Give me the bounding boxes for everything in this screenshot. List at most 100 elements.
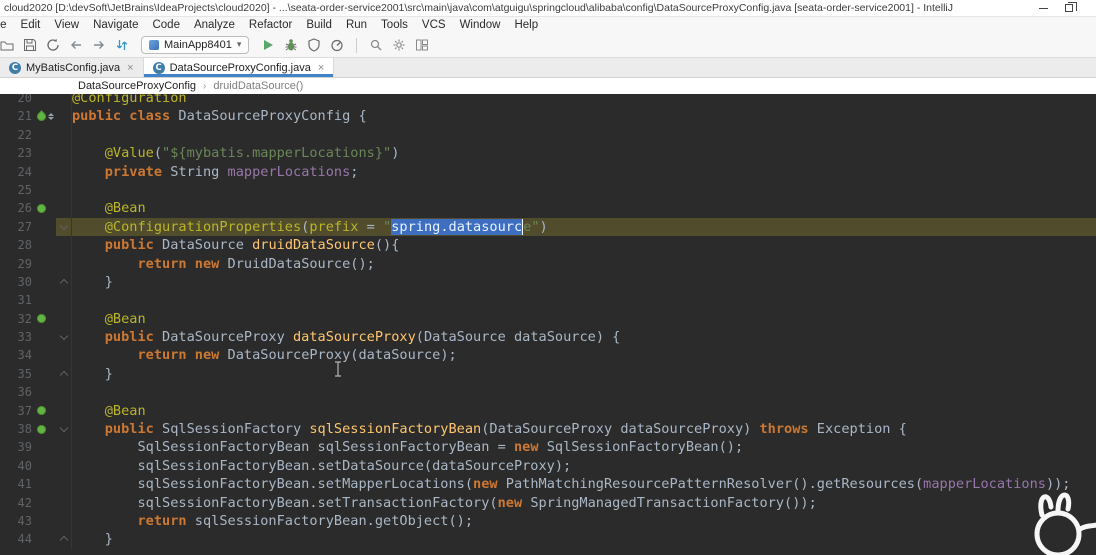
code-line[interactable]: 43 return sqlSessionFactoryBean.getObjec… bbox=[0, 511, 1096, 531]
settings-icon[interactable] bbox=[389, 35, 409, 55]
breadcrumb-class[interactable]: DataSourceProxyConfig bbox=[78, 80, 196, 92]
fold-marker-icon[interactable] bbox=[59, 370, 69, 380]
tab-datasourceproxyconfig[interactable]: C DataSourceProxyConfig.java × bbox=[143, 58, 335, 77]
update-project-icon[interactable] bbox=[112, 35, 132, 55]
run-icon[interactable] bbox=[258, 35, 278, 55]
restore-button[interactable] bbox=[1056, 0, 1082, 16]
code-text[interactable] bbox=[72, 126, 1096, 144]
code-line[interactable]: 30 } bbox=[0, 272, 1096, 292]
menu-build[interactable]: Build bbox=[299, 19, 339, 31]
code-text[interactable]: @Bean bbox=[72, 199, 1096, 217]
code-line[interactable]: 36 bbox=[0, 383, 1096, 402]
code-text[interactable]: @Value("${mybatis.mapperLocations}") bbox=[72, 144, 1096, 162]
bean-icon[interactable] bbox=[37, 314, 46, 324]
code-line[interactable]: 26 @Bean bbox=[0, 199, 1096, 218]
code-text[interactable]: public class DataSourceProxyConfig { bbox=[72, 107, 1096, 125]
coverage-icon[interactable] bbox=[304, 35, 324, 55]
breadcrumb-method[interactable]: druidDataSource() bbox=[213, 80, 303, 92]
code-text[interactable] bbox=[72, 181, 1096, 199]
spring-class-icon[interactable] bbox=[35, 110, 48, 123]
code-line[interactable]: 22 bbox=[0, 125, 1096, 145]
save-icon[interactable] bbox=[20, 35, 40, 55]
bean-icon[interactable] bbox=[37, 204, 46, 214]
menu-edit[interactable]: Edit bbox=[14, 19, 48, 31]
fold-marker-icon[interactable] bbox=[59, 278, 69, 288]
code-text[interactable]: public SqlSessionFactory sqlSessionFacto… bbox=[72, 420, 1096, 438]
code-text[interactable]: @ConfigurationProperties(prefix = "sprin… bbox=[72, 217, 1096, 237]
code-text[interactable]: @Bean bbox=[72, 402, 1096, 420]
menu-analyze[interactable]: Analyze bbox=[187, 19, 242, 31]
menu-file[interactable]: File bbox=[0, 19, 14, 31]
code-line[interactable]: 37 @Bean bbox=[0, 401, 1096, 421]
code-line[interactable]: 23 @Value("${mybatis.mapperLocations}") bbox=[0, 144, 1096, 163]
code-text[interactable]: } bbox=[72, 530, 1096, 548]
bean-icon[interactable] bbox=[37, 424, 46, 434]
code-line[interactable]: 25 bbox=[0, 180, 1096, 200]
code-text[interactable] bbox=[72, 383, 1096, 401]
code-text[interactable]: SqlSessionFactoryBean sqlSessionFactoryB… bbox=[72, 438, 1096, 456]
menu-run[interactable]: Run bbox=[339, 19, 374, 31]
code-text[interactable]: public DataSource druidDataSource(){ bbox=[72, 236, 1096, 254]
back-icon[interactable] bbox=[66, 35, 86, 55]
close-tab-icon[interactable]: × bbox=[127, 62, 133, 74]
code-editor[interactable]: 20 @Configuration 21 public class DataSourc… bbox=[0, 94, 1096, 555]
bean-icon[interactable] bbox=[37, 406, 46, 416]
code-text[interactable]: @Bean bbox=[72, 310, 1096, 328]
run-config-select[interactable]: MainApp8401 ▾ bbox=[141, 36, 250, 54]
sync-icon[interactable] bbox=[43, 35, 63, 55]
menu-view[interactable]: View bbox=[47, 19, 86, 31]
menu-window[interactable]: Window bbox=[453, 19, 508, 31]
menu-navigate[interactable]: Navigate bbox=[86, 19, 145, 31]
layout-icon[interactable] bbox=[412, 35, 432, 55]
code-line[interactable]: 38 public SqlSessionFactory sqlSessionFa… bbox=[0, 420, 1096, 439]
code-line[interactable]: 42 sqlSessionFactoryBean.setTransactionF… bbox=[0, 493, 1096, 512]
menu-tools[interactable]: Tools bbox=[374, 19, 415, 31]
code-text[interactable]: return sqlSessionFactoryBean.getObject()… bbox=[72, 512, 1096, 530]
code-text[interactable]: sqlSessionFactoryBean.setTransactionFact… bbox=[72, 494, 1096, 512]
search-icon[interactable] bbox=[366, 35, 386, 55]
tab-mybatisconfig[interactable]: C MyBatisConfig.java × bbox=[0, 58, 144, 77]
code-line[interactable]: 31 bbox=[0, 291, 1096, 310]
code-line[interactable]: 34 return new DataSourceProxy(dataSource… bbox=[0, 346, 1096, 365]
code-text[interactable] bbox=[72, 291, 1096, 309]
menu-help[interactable]: Help bbox=[507, 19, 545, 31]
related-icon[interactable] bbox=[48, 110, 54, 123]
close-tab-icon[interactable]: × bbox=[318, 62, 324, 74]
code-line[interactable]: 21 public class DataSourceProxyConfig { bbox=[0, 107, 1096, 126]
code-text[interactable]: } bbox=[72, 273, 1096, 291]
code-text[interactable]: return new DruidDataSource(); bbox=[72, 255, 1096, 273]
code-line[interactable]: 29 return new DruidDataSource(); bbox=[0, 254, 1096, 273]
code-text[interactable]: } bbox=[72, 365, 1096, 383]
profiler-icon[interactable] bbox=[327, 35, 347, 55]
code-text[interactable]: @Configuration bbox=[72, 94, 1096, 107]
debug-icon[interactable] bbox=[281, 35, 301, 55]
code-line[interactable]: 40 sqlSessionFactoryBean.setDataSource(d… bbox=[0, 456, 1096, 476]
code-line[interactable]: 20 @Configuration bbox=[0, 94, 1096, 108]
fold-marker-icon[interactable] bbox=[59, 221, 69, 230]
forward-icon[interactable] bbox=[89, 35, 109, 55]
menu-refactor[interactable]: Refactor bbox=[242, 19, 299, 31]
code-line[interactable]: 24 private String mapperLocations; bbox=[0, 162, 1096, 181]
fold-marker-icon[interactable] bbox=[59, 423, 69, 433]
code-text[interactable]: sqlSessionFactoryBean.setDataSource(data… bbox=[72, 457, 1096, 475]
open-icon[interactable] bbox=[0, 35, 17, 55]
code-line[interactable]: 28 public DataSource druidDataSource(){ bbox=[0, 236, 1096, 255]
class-icon: C bbox=[9, 61, 21, 74]
code-line[interactable]: 32 @Bean bbox=[0, 309, 1096, 329]
code-line[interactable]: 41 sqlSessionFactoryBean.setMapperLocati… bbox=[0, 475, 1096, 494]
code-text[interactable]: public DataSourceProxy dataSourceProxy(D… bbox=[72, 328, 1096, 346]
code-text[interactable]: return new DataSourceProxy(dataSource); bbox=[72, 346, 1096, 364]
menu-code[interactable]: Code bbox=[145, 19, 187, 31]
code-line[interactable]: 33 public DataSourceProxy dataSourceProx… bbox=[0, 328, 1096, 347]
code-line[interactable]: 39 SqlSessionFactoryBean sqlSessionFacto… bbox=[0, 438, 1096, 457]
code-text[interactable]: sqlSessionFactoryBean.setMapperLocations… bbox=[72, 475, 1096, 493]
close-button[interactable] bbox=[1082, 0, 1096, 16]
minimize-button[interactable] bbox=[1030, 0, 1056, 16]
code-line[interactable]: 44 } bbox=[0, 530, 1096, 549]
menu-vcs[interactable]: VCS bbox=[415, 19, 453, 31]
code-line[interactable]: 27 @ConfigurationProperties(prefix = "sp… bbox=[0, 217, 1096, 237]
fold-marker-icon[interactable] bbox=[59, 331, 69, 341]
code-text[interactable]: private String mapperLocations; bbox=[72, 163, 1096, 181]
fold-marker-icon[interactable] bbox=[59, 536, 69, 545]
code-line[interactable]: 35 } bbox=[0, 364, 1096, 384]
